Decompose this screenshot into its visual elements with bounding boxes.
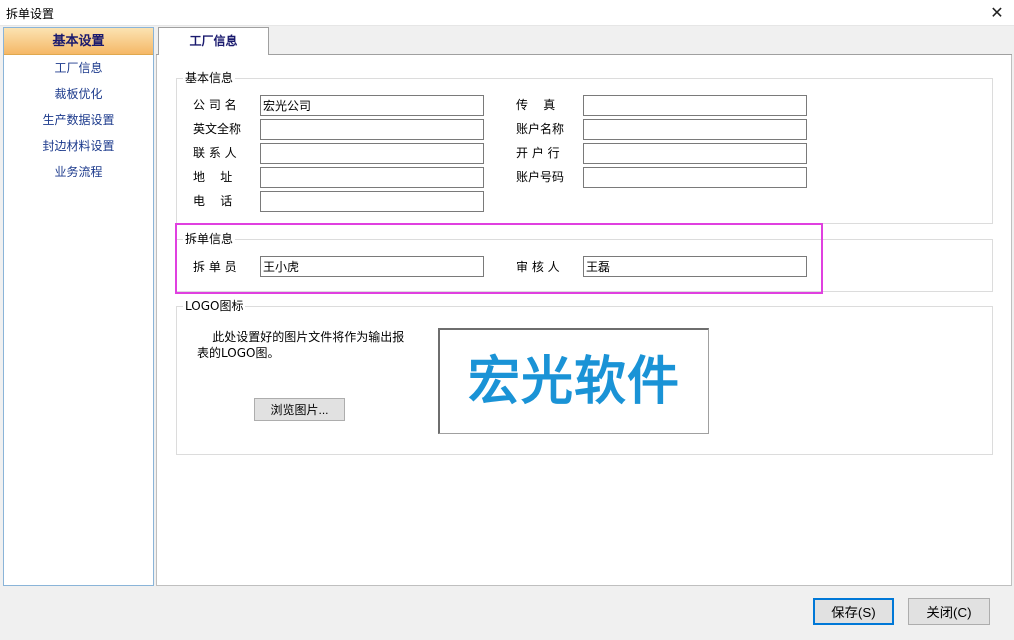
bank-field[interactable] <box>583 143 807 164</box>
sidebar: 基本设置 工厂信息 裁板优化 生产数据设置 封边材料设置 业务流程 <box>3 27 154 586</box>
contact-field[interactable] <box>260 143 484 164</box>
logo-legend: LOGO图标 <box>183 298 246 314</box>
sidebar-item-panel-optimization[interactable]: 裁板优化 <box>4 81 153 107</box>
content-panel: 基本信息 公 司 名 英文全称 联 系 人 地 址 电 话 传 真 账户名称 开… <box>156 55 1012 586</box>
logo-image-text: 宏光软件 <box>467 352 680 412</box>
fax-field[interactable] <box>583 95 807 116</box>
close-button[interactable]: 关闭(C) <box>908 598 990 625</box>
english-name-label: 英文全称 <box>193 122 242 136</box>
phone-field[interactable] <box>260 191 484 212</box>
tab-bar: 工厂信息 <box>156 27 1012 55</box>
logo-group: LOGO图标 此处设置好的图片文件将作为输出报表的LOGO图。 浏览图片... … <box>176 298 993 455</box>
account-number-field[interactable] <box>583 167 807 188</box>
splitter-label: 拆 单 员 <box>193 260 237 274</box>
bank-label: 开 户 行 <box>516 146 560 160</box>
sidebar-item-workflow[interactable]: 业务流程 <box>4 159 153 185</box>
phone-label: 电 话 <box>193 194 233 208</box>
splitter-field[interactable] <box>260 256 484 277</box>
sidebar-item-factory-info[interactable]: 工厂信息 <box>4 55 153 81</box>
browse-image-button[interactable]: 浏览图片... <box>254 398 345 421</box>
window-title: 拆单设置 <box>6 7 55 21</box>
reviewer-field[interactable] <box>583 256 807 277</box>
english-name-field[interactable] <box>260 119 484 140</box>
title-bar: 拆单设置 ✕ <box>0 0 1014 26</box>
company-name-field[interactable] <box>260 95 484 116</box>
account-name-label: 账户名称 <box>516 122 565 136</box>
basic-info-legend: 基本信息 <box>183 70 236 86</box>
account-number-label: 账户号码 <box>516 170 565 184</box>
basic-info-group: 基本信息 公 司 名 英文全称 联 系 人 地 址 电 话 传 真 账户名称 开… <box>176 70 993 224</box>
sidebar-header[interactable]: 基本设置 <box>4 28 153 55</box>
account-name-field[interactable] <box>583 119 807 140</box>
split-info-legend: 拆单信息 <box>183 231 236 247</box>
split-info-group: 拆单信息 拆 单 员 审 核 人 <box>176 231 993 292</box>
reviewer-label: 审 核 人 <box>516 260 560 274</box>
logo-description: 此处设置好的图片文件将作为输出报表的LOGO图。 <box>197 330 405 360</box>
logo-preview: 宏光软件 <box>438 328 709 434</box>
save-button[interactable]: 保存(S) <box>813 598 894 625</box>
fax-label: 传 真 <box>516 98 556 112</box>
tab-factory-info[interactable]: 工厂信息 <box>158 27 269 55</box>
sidebar-item-edge-material[interactable]: 封边材料设置 <box>4 133 153 159</box>
company-name-label: 公 司 名 <box>193 98 237 112</box>
address-field[interactable] <box>260 167 484 188</box>
sidebar-item-production-data[interactable]: 生产数据设置 <box>4 107 153 133</box>
close-icon[interactable]: ✕ <box>980 0 1014 26</box>
contact-label: 联 系 人 <box>193 146 237 160</box>
address-label: 地 址 <box>193 170 233 184</box>
